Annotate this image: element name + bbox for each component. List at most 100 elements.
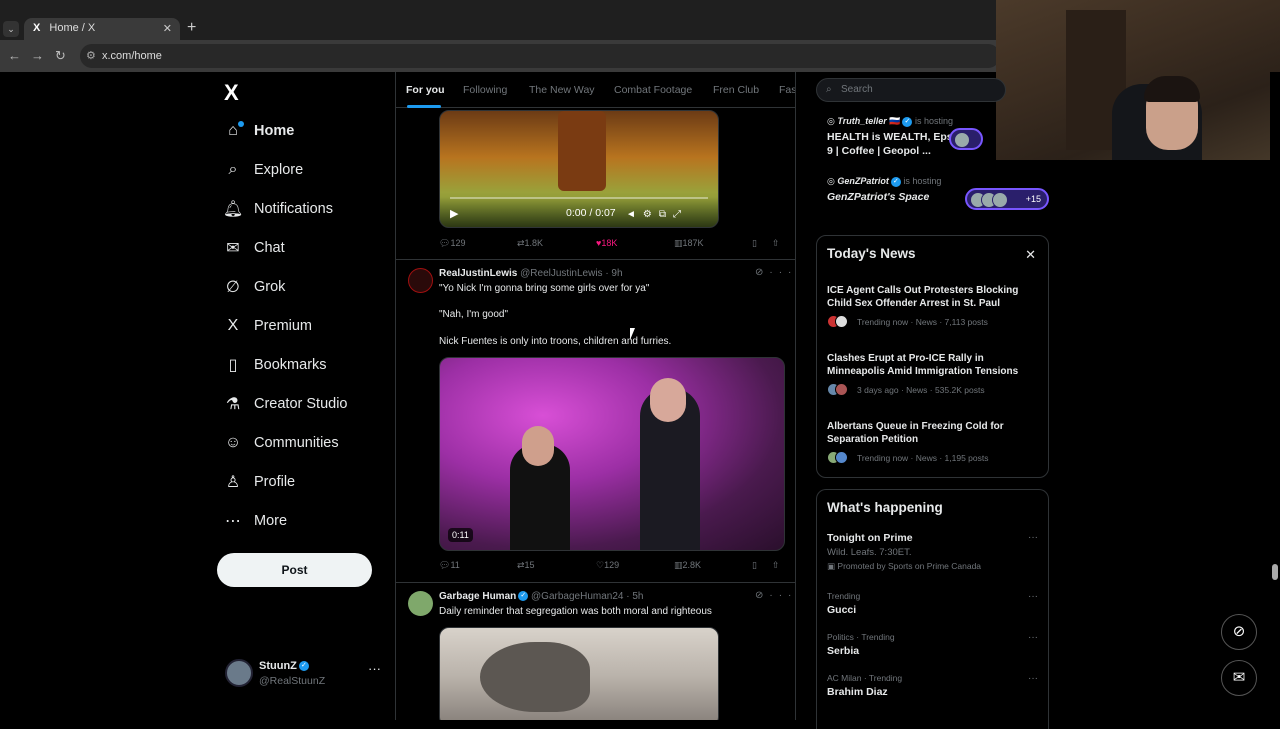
messages-fab-icon[interactable]: ✉	[1221, 660, 1257, 696]
scrollbar[interactable]	[1270, 72, 1280, 720]
nav-creator-studio[interactable]: ⚗ Creator Studio	[216, 386, 386, 422]
reply-button[interactable]: 💬︎ 129	[439, 238, 465, 249]
grok-fab-icon[interactable]: ⊘	[1221, 614, 1257, 650]
browser-tab[interactable]: X Home / X ✕	[24, 18, 180, 40]
repost-button[interactable]: ⇄ 15	[517, 560, 535, 571]
space-listeners[interactable]	[949, 128, 983, 150]
trend-item[interactable]: AC Milan · Trending Brahim Diaz ···	[827, 673, 1042, 698]
close-icon[interactable]: ✕	[1025, 247, 1036, 263]
bookmark-icon[interactable]: ▯	[752, 560, 757, 571]
repost-button[interactable]: ⇄ 1.8K	[517, 238, 543, 249]
nav-explore[interactable]: ⌕ Explore	[216, 152, 386, 188]
news-item[interactable]: Albertans Queue in Freezing Cold for Sep…	[827, 420, 1042, 465]
tab-following[interactable]: Following	[463, 84, 507, 96]
share-icon[interactable]: ⇧	[772, 560, 780, 571]
post-button[interactable]: Post	[217, 553, 372, 587]
person-icon: ♙	[225, 474, 241, 491]
news-avatar	[835, 383, 848, 396]
tab-combat-footage[interactable]: Combat Footage	[614, 84, 692, 96]
video-thumbnail[interactable]: 0:11	[439, 357, 785, 551]
trend-item[interactable]: Politics · Trending Serbia ···	[827, 632, 1042, 657]
avatar[interactable]	[408, 591, 433, 616]
tab-the-new-way[interactable]: The New Way	[529, 84, 595, 96]
tab-fas[interactable]: Fas	[779, 84, 795, 96]
tab-close-icon[interactable]: ✕	[163, 22, 172, 35]
new-tab-icon[interactable]: +	[187, 19, 196, 37]
nav-more[interactable]: ⋯ More	[216, 503, 386, 539]
trend-context: Politics · Trending	[827, 632, 895, 642]
search-input[interactable]: ⌕ Search	[816, 78, 1006, 102]
post-header: Garbage Human ✓ @GarbageHuman24 · 5h	[439, 591, 643, 602]
nav-label: Notifications	[254, 201, 333, 217]
scrollbar-thumb[interactable]	[1272, 564, 1278, 580]
share-icon[interactable]: ⇧	[772, 238, 780, 249]
reply-button[interactable]: 💬︎ 11	[439, 560, 460, 571]
views-button[interactable]: ▥ 187K	[674, 238, 704, 249]
back-icon[interactable]: ←	[8, 48, 21, 63]
nav-bookmarks[interactable]: ▯ Bookmarks	[216, 347, 386, 383]
post-menu-icons[interactable]: ⊘···	[755, 267, 795, 278]
mail-icon: ✉	[226, 240, 240, 257]
tab-search-icon[interactable]: ⌄	[3, 21, 19, 37]
like-button[interactable]: ♡ 129	[596, 560, 619, 571]
news-avatar	[835, 451, 848, 464]
promoted-trend[interactable]: Tonight on Prime Wild. Leafs. 7:30ET. ▣ …	[827, 532, 1042, 572]
video-progress-bar[interactable]	[450, 197, 708, 199]
nav-notifications[interactable]: 🔔︎ Notifications	[216, 191, 386, 227]
account-handle: @RealStuunZ	[259, 675, 326, 687]
reload-icon[interactable]: ↻	[55, 48, 66, 64]
avatar[interactable]	[408, 268, 433, 293]
left-sidebar: X ⌂ Home ⌕ Explore 🔔︎ Notifications ✉ Ch…	[216, 72, 396, 720]
bookmark-icon: ▯	[228, 357, 238, 374]
news-meta: Trending now · News · 1,195 posts	[827, 451, 1042, 465]
timeline: For you Following The New Way Combat Foo…	[395, 72, 796, 720]
active-tab-indicator	[407, 105, 441, 108]
tab-for-you[interactable]: For you	[406, 84, 445, 96]
live-space[interactable]: ◎ GenZPatriot ✓ is hosting GenZPatriot's …	[827, 176, 1049, 226]
live-space[interactable]: ◎ Truth_teller 🇷🇺 ✓ is hosting HEALTH is …	[827, 116, 1049, 166]
author-name[interactable]: RealJustinLewis	[439, 268, 517, 279]
bookmark-icon[interactable]: ▯	[752, 238, 757, 249]
more-icon[interactable]: ···	[1028, 632, 1038, 643]
nav-premium[interactable]: X Premium	[216, 308, 386, 344]
video-frame	[558, 111, 606, 191]
views-button[interactable]: ▥ 2.8K	[674, 560, 701, 571]
trend-item[interactable]: Trending Gucci ···	[827, 591, 1042, 616]
site-info-icon[interactable]: ⚙	[86, 49, 96, 62]
author-handle[interactable]: @GarbageHuman24 · 5h	[531, 591, 643, 602]
post-actions: 💬︎ 11 ⇄ 15 ♡ 129 ▥ 2.8K ▯ ⇧	[439, 560, 789, 574]
nav-label: Grok	[254, 279, 286, 295]
account-name: StuunZ ✓	[259, 660, 309, 672]
trend-context: Trending	[827, 591, 861, 601]
video-controls: ▶ 0:00 / 0:07 ◄⚙⧉⤢	[440, 197, 718, 227]
more-icon[interactable]: ···	[1028, 532, 1038, 543]
space-listeners[interactable]: +15	[965, 188, 1049, 210]
nav-grok[interactable]: ∅ Grok	[216, 269, 386, 305]
url-field[interactable]: ⚙ x.com/home	[80, 44, 1000, 68]
post-menu-icons[interactable]: ⊘···	[755, 590, 795, 601]
nav-communities[interactable]: ☺ Communities	[216, 425, 386, 461]
forward-icon[interactable]: →	[31, 48, 44, 63]
author-handle[interactable]: @ReelJustinLewis · 9h	[520, 268, 622, 279]
account-switcher[interactable]: StuunZ ✓ @RealStuunZ ···	[222, 657, 382, 691]
nav-home[interactable]: ⌂ Home	[216, 113, 386, 149]
nav-profile[interactable]: ♙ Profile	[216, 464, 386, 500]
more-icon[interactable]: ···	[1028, 591, 1038, 602]
author-name[interactable]: Garbage Human	[439, 591, 516, 602]
todays-news-card: Today's News ✕ ICE Agent Calls Out Prote…	[816, 235, 1049, 478]
play-icon[interactable]: ▶	[450, 207, 458, 220]
x-logo-icon[interactable]: X	[224, 80, 239, 106]
more-icon[interactable]: ···	[1028, 673, 1038, 684]
news-item[interactable]: ICE Agent Calls Out Protesters Blocking …	[827, 284, 1042, 329]
right-sidebar: ⌕ Search ◎ Truth_teller 🇷🇺 ✓ is hosting H…	[815, 72, 1050, 729]
news-item[interactable]: Clashes Erupt at Pro-ICE Rally in Minnea…	[827, 352, 1042, 397]
video-settings-icons[interactable]: ◄⚙⧉⤢	[626, 209, 688, 220]
promoted-label: ▣ Promoted by Sports on Prime Canada	[827, 561, 982, 571]
like-button[interactable]: ♥ 18K	[596, 238, 617, 248]
nav-chat[interactable]: ✉ Chat	[216, 230, 386, 266]
video-thumbnail[interactable]	[439, 627, 719, 720]
space-host: ◎ Truth_teller 🇷🇺 ✓ is hosting	[827, 116, 953, 127]
more-icon[interactable]: ···	[368, 661, 381, 676]
video-player[interactable]: ▶ 0:00 / 0:07 ◄⚙⧉⤢	[439, 110, 719, 228]
tab-fren-club[interactable]: Fren Club	[713, 84, 759, 96]
